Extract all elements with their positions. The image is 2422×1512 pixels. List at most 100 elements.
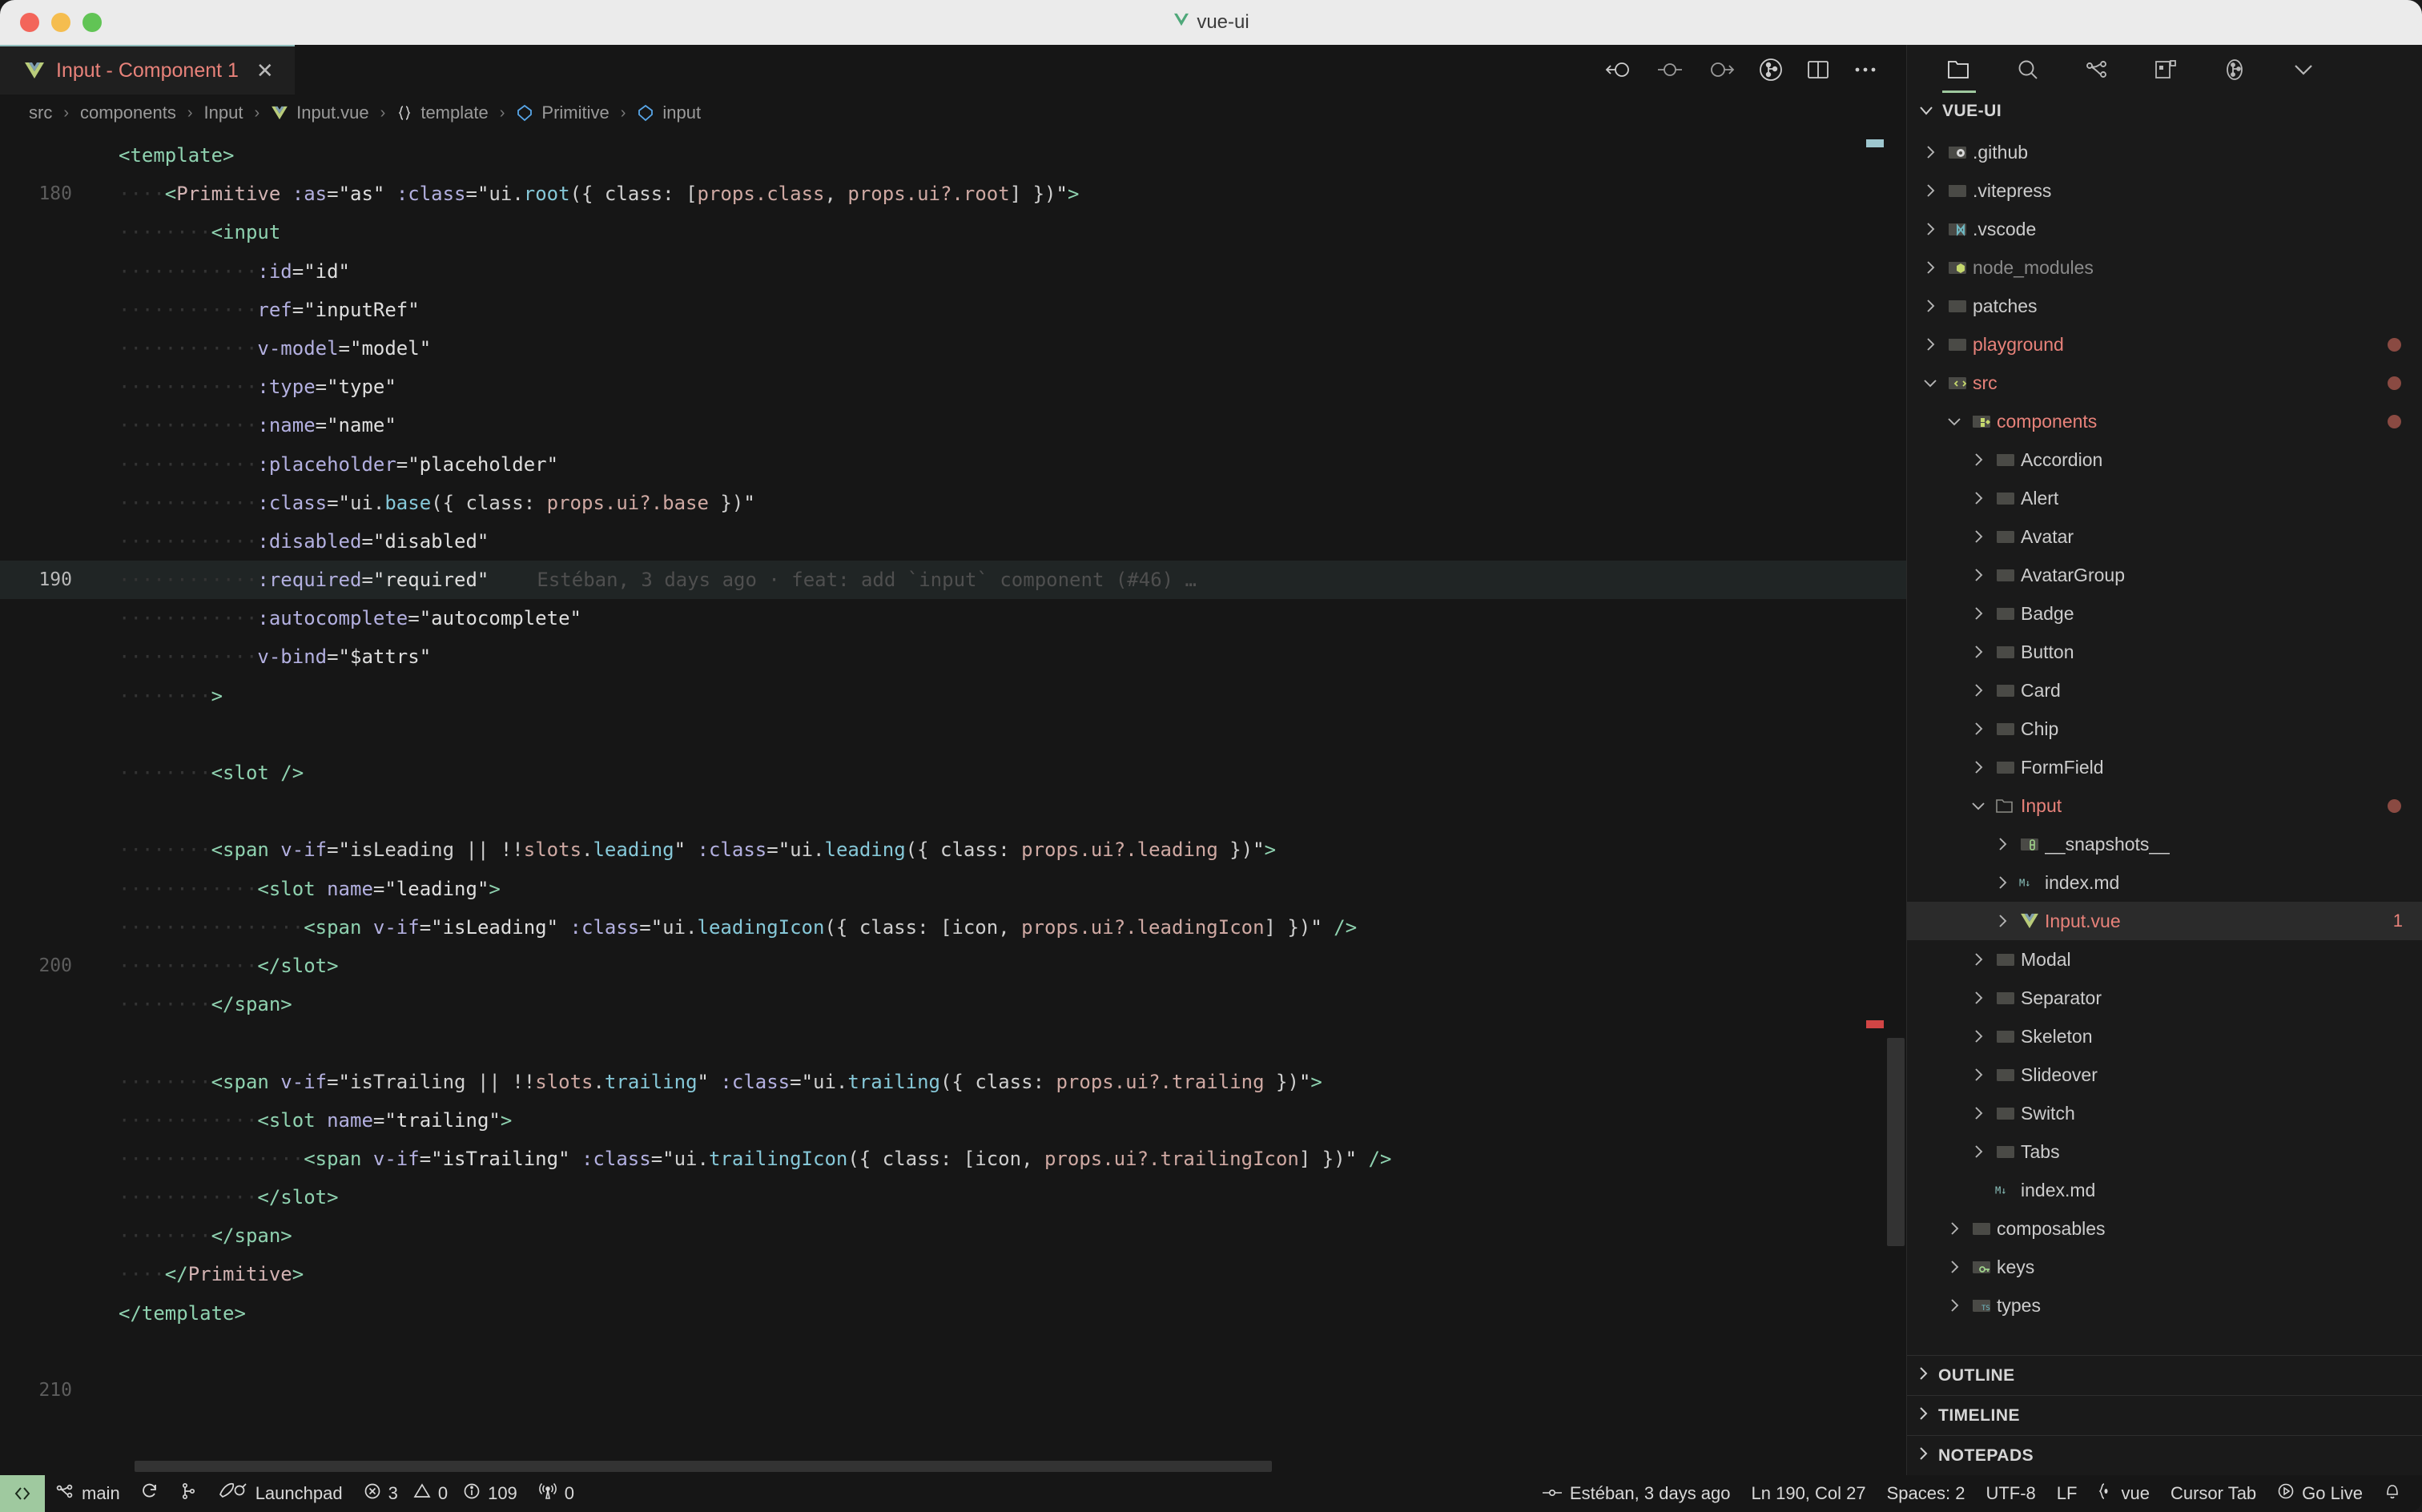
chevron-right-icon[interactable] — [1918, 222, 1942, 236]
tree-item-types[interactable]: TS types — [1907, 1286, 2422, 1325]
panel-header-outline[interactable]: OUTLINE — [1907, 1355, 2422, 1395]
split-editor-right-icon[interactable] — [1807, 59, 1829, 80]
chevron-right-icon[interactable] — [1966, 683, 1990, 698]
encoding-status[interactable]: UTF-8 — [1975, 1475, 2046, 1512]
breadcrumb-item-input[interactable]: input — [637, 103, 701, 123]
more-actions-icon[interactable] — [1853, 66, 1877, 74]
blame-status[interactable]: Estéban, 3 days ago — [1531, 1475, 1741, 1512]
tree-item-index-md[interactable]: M↓ index.md — [1907, 863, 2422, 902]
scrollbar-thumb-horizontal[interactable] — [135, 1461, 1272, 1472]
tree-item-alert[interactable]: Alert — [1907, 479, 2422, 517]
editor-horizontal-scrollbar[interactable] — [86, 1461, 1865, 1475]
chevron-right-icon[interactable] — [1990, 875, 2014, 890]
chevron-right-icon[interactable] — [1918, 337, 1942, 352]
tree-item-input[interactable]: Input — [1907, 786, 2422, 825]
tree-item-skeleton[interactable]: Skeleton — [1907, 1017, 2422, 1056]
tree-item--github[interactable]: .github — [1907, 133, 2422, 171]
run-and-debug-icon[interactable] — [2218, 51, 2251, 88]
breadcrumb-item-input[interactable]: Input — [204, 103, 243, 123]
tree-item-accordion[interactable]: Accordion — [1907, 440, 2422, 479]
close-icon[interactable]: ✕ — [256, 60, 274, 81]
tree-item-components[interactable]: components — [1907, 402, 2422, 440]
eol-status[interactable]: LF — [2046, 1475, 2088, 1512]
chevron-right-icon[interactable] — [1966, 606, 1990, 621]
chevron-right-icon[interactable] — [1966, 722, 1990, 736]
chevron-right-icon[interactable] — [1966, 1106, 1990, 1120]
chevron-down-icon[interactable] — [1918, 378, 1942, 388]
remote-window-icon[interactable] — [0, 1475, 45, 1512]
tree-item-slideover[interactable]: Slideover — [1907, 1056, 2422, 1094]
go-live-status[interactable]: Go Live — [2267, 1475, 2373, 1512]
breadcrumb-item-components[interactable]: components — [80, 103, 176, 123]
code-scroll-area[interactable]: <template> 180 ····<Primitive :as="as" :cl… — [0, 131, 1906, 1475]
sync-status[interactable] — [131, 1475, 169, 1512]
tree-item-chip[interactable]: Chip — [1907, 710, 2422, 748]
launchpad-status[interactable]: Launchpad — [207, 1475, 353, 1512]
breadcrumb-item-primitive[interactable]: Primitive — [516, 103, 610, 123]
tree-item-avatargroup[interactable]: AvatarGroup — [1907, 556, 2422, 594]
indentation-status[interactable]: Spaces: 2 — [1877, 1475, 1976, 1512]
more-views-chevron-icon[interactable] — [2287, 51, 2320, 88]
source-control-icon[interactable] — [2080, 51, 2114, 88]
branch-status[interactable]: main — [45, 1475, 131, 1512]
tree-item-card[interactable]: Card — [1907, 671, 2422, 710]
tree-item-keys[interactable]: keys — [1907, 1248, 2422, 1286]
tree-item--snapshots-[interactable]: __snapshots__ — [1907, 825, 2422, 863]
explorer-icon[interactable] — [1942, 51, 1976, 93]
chevron-right-icon[interactable] — [1942, 1221, 1966, 1236]
tree-item--vscode[interactable]: .vscode — [1907, 210, 2422, 248]
chevron-right-icon[interactable] — [1966, 1144, 1990, 1159]
chevron-right-icon[interactable] — [1966, 1029, 1990, 1044]
language-mode-status[interactable]: vue — [2087, 1475, 2159, 1512]
chevron-down-icon[interactable] — [1942, 416, 1966, 427]
source-control-graph-icon[interactable] — [1759, 58, 1783, 82]
tree-item-patches[interactable]: patches — [1907, 287, 2422, 325]
tree-item-avatar[interactable]: Avatar — [1907, 517, 2422, 556]
chevron-right-icon[interactable] — [1966, 952, 1990, 967]
search-icon[interactable] — [2011, 51, 2045, 88]
cursor-position-status[interactable]: Ln 190, Col 27 — [1741, 1475, 1877, 1512]
tree-item-index-md[interactable]: M↓ index.md — [1907, 1171, 2422, 1209]
breadcrumb-item-template[interactable]: template — [396, 103, 489, 123]
scrollbar-thumb[interactable] — [1887, 1038, 1905, 1246]
explorer-section-header[interactable]: VUE-UI — [1907, 94, 2422, 128]
chevron-right-icon[interactable] — [1942, 1260, 1966, 1274]
notifications-status[interactable] — [2373, 1475, 2422, 1512]
go-forward-commit-icon[interactable] — [1708, 59, 1735, 80]
git-graph-status[interactable] — [169, 1475, 207, 1512]
chevron-right-icon[interactable] — [1918, 145, 1942, 159]
chevron-right-icon[interactable] — [1966, 452, 1990, 467]
chevron-right-icon[interactable] — [1918, 299, 1942, 313]
file-tree[interactable]: .github .vitepress .vscode node_modules patc… — [1907, 128, 2422, 1355]
tree-item-modal[interactable]: Modal — [1907, 940, 2422, 979]
panel-header-notepads[interactable]: NOTEPADS — [1907, 1435, 2422, 1475]
tree-item-button[interactable]: Button — [1907, 633, 2422, 671]
chevron-down-icon[interactable] — [1966, 801, 1990, 811]
current-commit-icon[interactable] — [1656, 59, 1684, 80]
chevron-right-icon[interactable] — [1966, 491, 1990, 505]
tree-item-tabs[interactable]: Tabs — [1907, 1132, 2422, 1171]
chevron-right-icon[interactable] — [1966, 991, 1990, 1005]
editor-vertical-scrollbar[interactable] — [1885, 131, 1906, 1475]
chevron-right-icon[interactable] — [1966, 760, 1990, 774]
panel-header-timeline[interactable]: TIMELINE — [1907, 1395, 2422, 1435]
chevron-right-icon[interactable] — [1990, 914, 2014, 928]
chevron-right-icon[interactable] — [1966, 1068, 1990, 1082]
chevron-right-icon[interactable] — [1966, 529, 1990, 544]
chevron-right-icon[interactable] — [1990, 837, 2014, 851]
problems-status[interactable]: 3 0 109 — [353, 1475, 528, 1512]
tree-item-node-modules[interactable]: node_modules — [1907, 248, 2422, 287]
extensions-icon[interactable] — [2149, 51, 2183, 88]
tree-item-formfield[interactable]: FormField — [1907, 748, 2422, 786]
chevron-right-icon[interactable] — [1918, 260, 1942, 275]
breadcrumb-item-src[interactable]: src — [29, 103, 52, 123]
code-editor[interactable]: <template> 180 ····<Primitive :as="as" :cl… — [0, 131, 1906, 1475]
chevron-right-icon[interactable] — [1918, 183, 1942, 198]
chevron-right-icon[interactable] — [1942, 1298, 1966, 1313]
tree-item-composables[interactable]: composables — [1907, 1209, 2422, 1248]
tree-item-playground[interactable]: playground — [1907, 325, 2422, 364]
go-back-commit-icon[interactable] — [1605, 59, 1632, 80]
tree-item-input-vue[interactable]: Input.vue 1 — [1907, 902, 2422, 940]
chevron-right-icon[interactable] — [1966, 645, 1990, 659]
tree-item-badge[interactable]: Badge — [1907, 594, 2422, 633]
